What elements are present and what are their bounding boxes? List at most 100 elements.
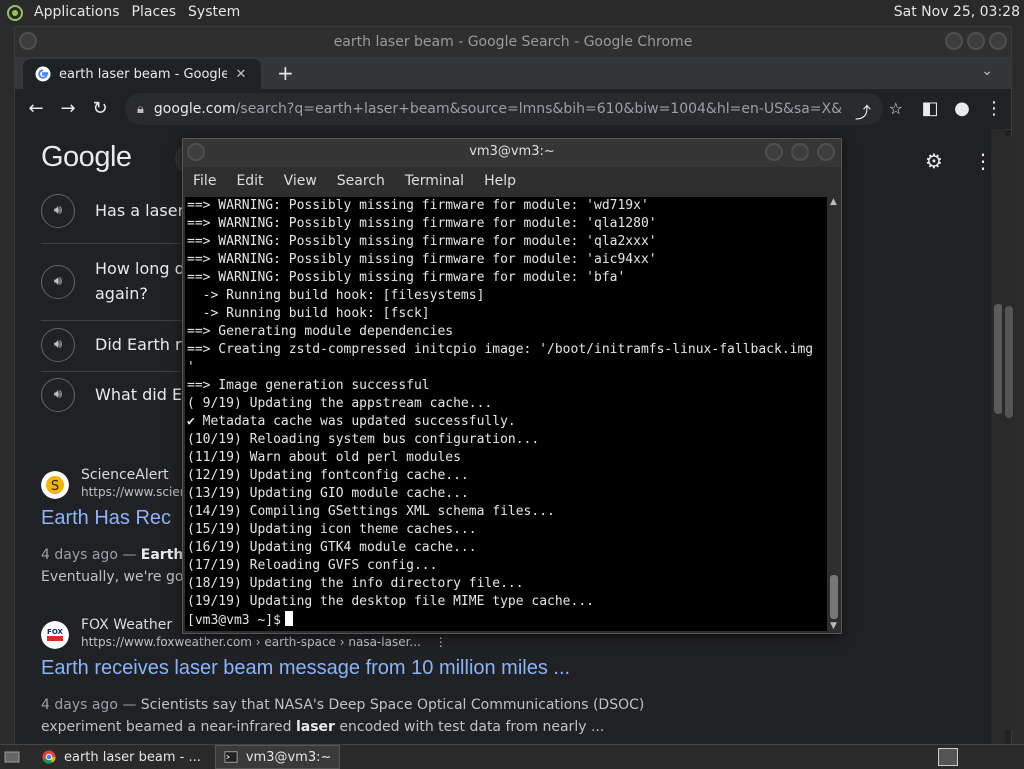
terminal-line: -> Running build hook: [fsck] — [187, 306, 430, 321]
terminal-line: ==> WARNING: Possibly missing firmware f… — [187, 198, 649, 213]
result-site-name[interactable]: FOX Weather — [81, 617, 172, 633]
maximize-button[interactable] — [791, 143, 809, 161]
terminal-scrollbar[interactable]: ▲ ▼ — [828, 197, 840, 631]
window-menu-button[interactable] — [187, 143, 205, 161]
menu-file[interactable]: File — [183, 173, 226, 189]
terminal-screen[interactable]: ==> WARNING: Possibly missing firmware f… — [185, 197, 827, 631]
tabstrip: earth laser beam - Google Se ✕ + ⌄ — [15, 57, 1011, 89]
forward-arrow-icon[interactable]: → — [57, 98, 79, 120]
chrome-titlebar[interactable]: earth laser beam - Google Search - Googl… — [15, 27, 1011, 57]
minimize-button[interactable] — [765, 143, 783, 161]
terminal-line: ==> WARNING: Possibly missing firmware f… — [187, 234, 657, 249]
close-window-button[interactable] — [817, 143, 835, 161]
maximize-button[interactable] — [967, 32, 985, 50]
menu-system[interactable]: System — [182, 0, 246, 25]
taskbar-item-label: vm3@vm3:~ — [245, 749, 332, 765]
chrome-window-title: earth laser beam - Google Search - Googl… — [333, 34, 693, 50]
result-url[interactable]: https://www.foxweather.com › earth-space… — [81, 635, 447, 649]
speaker-icon[interactable]: 🔊︎ — [41, 194, 75, 228]
url-host: google.com — [153, 101, 236, 117]
gnome-foot-icon[interactable] — [6, 4, 24, 22]
show-desktop-icon — [4, 751, 20, 763]
terminal-line: ==> WARNING: Possibly missing firmware f… — [187, 270, 626, 285]
result-title-link[interactable]: Earth receives laser beam message from 1… — [41, 657, 570, 680]
window-menu-button[interactable] — [19, 32, 37, 50]
address-bar[interactable]: 🔒︎ google.com/search?q=earth+laser+beam&… — [125, 93, 903, 125]
new-tab-button[interactable]: + — [277, 61, 294, 85]
result-snippet-pre: experiment beamed a near-infrared — [41, 719, 296, 735]
bottom-taskbar: earth laser beam - ... vm3@vm3:~ — [0, 744, 1024, 769]
terminal-titlebar[interactable]: vm3@vm3:~ — [183, 139, 841, 167]
back-arrow-icon[interactable]: ← — [25, 98, 47, 120]
chrome-menu-icon[interactable]: ⋮ — [983, 98, 1005, 120]
clock[interactable]: Sat Nov 25, 03:28 — [894, 0, 1020, 25]
result-site-name[interactable]: ScienceAlert — [81, 467, 169, 483]
menu-terminal[interactable]: Terminal — [395, 173, 474, 189]
tab-google-search[interactable]: earth laser beam - Google Se ✕ — [23, 59, 261, 89]
bookmark-star-icon[interactable]: ☆ — [889, 99, 903, 118]
terminal-line: (11/19) Warn about old perl modules — [187, 450, 461, 465]
divider — [41, 243, 186, 244]
svg-text:FOX: FOX — [47, 628, 63, 636]
result-date-text: 4 days ago — — [41, 697, 141, 713]
tab-search-chevron-icon[interactable]: ⌄ — [981, 63, 993, 79]
menu-help[interactable]: Help — [474, 173, 526, 189]
google-logo[interactable]: Google — [41, 141, 132, 174]
menu-edit[interactable]: Edit — [226, 173, 273, 189]
lock-icon[interactable]: 🔒︎ — [137, 102, 144, 117]
window-scrollbar[interactable] — [1002, 136, 1016, 730]
speaker-icon[interactable]: 🔊︎ — [41, 265, 75, 299]
terminal-menubar: File Edit View Search Terminal Help — [183, 167, 841, 195]
tab-title: earth laser beam - Google Se — [59, 66, 227, 82]
result-bold-term: Earth — [140, 547, 184, 563]
menu-view[interactable]: View — [274, 173, 327, 189]
terminal-line: ==> Generating module dependencies — [187, 324, 454, 339]
terminal-scroll-thumb[interactable] — [830, 575, 838, 619]
side-panel-icon[interactable]: ◧ — [919, 98, 941, 120]
result-url[interactable]: https://www.scienc — [81, 485, 194, 499]
terminal-line: (14/19) Compiling GSettings XML schema f… — [187, 504, 555, 519]
terminal-line: (17/19) Reloading GVFS config... — [187, 558, 438, 573]
result-more-icon[interactable]: ⋮ — [435, 635, 447, 649]
close-window-button[interactable] — [989, 32, 1007, 50]
settings-gear-icon[interactable]: ⚙ — [925, 149, 943, 173]
window-scroll-thumb[interactable] — [1005, 306, 1013, 418]
terminal-line: (15/19) Updating icon theme caches... — [187, 522, 477, 537]
terminal-line: ( 9/19) Updating the appstream cache... — [187, 396, 493, 411]
scroll-up-arrow-icon[interactable]: ▲ — [830, 197, 837, 207]
taskbar-item-chrome[interactable]: earth laser beam - ... — [34, 746, 209, 768]
terminal-line: (10/19) Reloading system bus configurati… — [187, 432, 540, 447]
menu-search[interactable]: Search — [327, 173, 395, 189]
result-date-rest: Scientists say that NASA's Deep Space Op… — [140, 697, 645, 713]
show-desktop-button[interactable] — [0, 746, 24, 768]
terminal-line: (16/19) Updating GTK4 module cache... — [187, 540, 477, 555]
result-title-link[interactable]: Earth Has Rec — [41, 507, 171, 530]
speaker-icon[interactable]: 🔊︎ — [41, 378, 75, 412]
taskbar-item-label: earth laser beam - ... — [64, 749, 201, 765]
menu-applications[interactable]: Applications — [28, 0, 126, 25]
sciencealert-favicon-icon: S — [41, 471, 69, 499]
terminal-prompt: [vm3@vm3 ~]$ — [187, 613, 281, 628]
share-icon[interactable]: ⤴ — [855, 99, 871, 123]
reload-icon[interactable]: ↻ — [89, 98, 111, 120]
terminal-prompt-line: [vm3@vm3 ~]$ — [187, 611, 813, 630]
result-snippet: experiment beamed a near-infrared laser … — [41, 719, 604, 735]
terminal-window: vm3@vm3:~ File Edit View Search Terminal… — [182, 138, 842, 634]
profile-icon[interactable]: ● — [951, 98, 973, 120]
tab-close-icon[interactable]: ✕ — [233, 67, 249, 82]
terminal-icon — [224, 751, 238, 763]
result-bold-term: laser — [295, 719, 335, 735]
chrome-toolbar: ← → ↻ 🔒︎ google.com/search?q=earth+laser… — [15, 89, 1011, 130]
terminal-line: ==> Creating zstd-compressed initcpio im… — [187, 342, 814, 357]
chrome-icon — [42, 750, 56, 764]
speaker-icon[interactable]: 🔊︎ — [41, 328, 75, 362]
minimize-button[interactable] — [945, 32, 963, 50]
result-url-text: https://www.foxweather.com › earth-space… — [81, 635, 421, 649]
url-text[interactable]: google.com/search?q=earth+laser+beam&sou… — [154, 101, 842, 117]
scroll-down-arrow-icon[interactable]: ▼ — [830, 621, 837, 631]
terminal-line: ' — [187, 360, 195, 375]
divider — [41, 371, 186, 372]
workspace-switcher[interactable] — [938, 748, 958, 766]
taskbar-item-terminal[interactable]: vm3@vm3:~ — [214, 745, 341, 769]
menu-places[interactable]: Places — [126, 0, 183, 25]
